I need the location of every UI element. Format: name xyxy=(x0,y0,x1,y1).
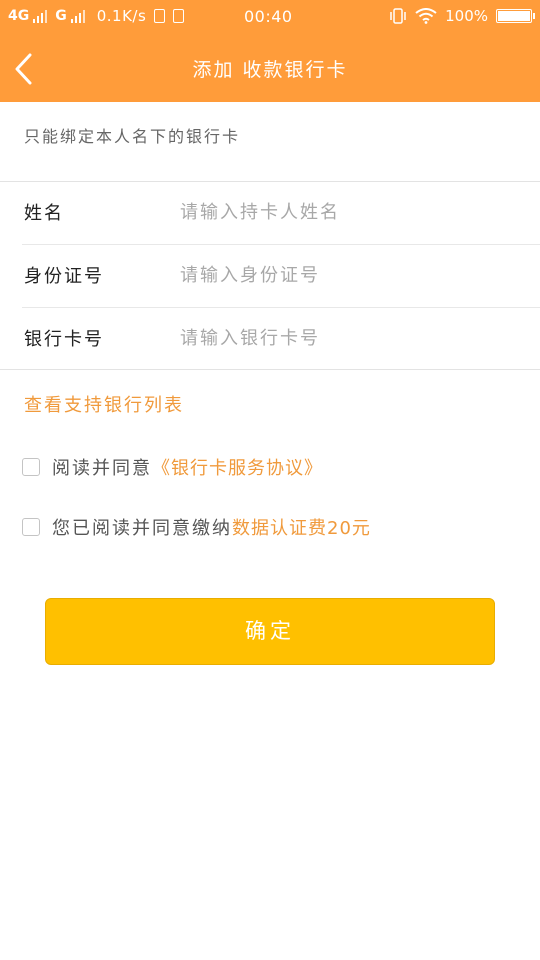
row-divider xyxy=(22,307,540,308)
network-speed: 0.1K/s xyxy=(96,7,147,25)
fee-agreement-text: 您已阅读并同意缴纳 xyxy=(52,518,232,539)
section-divider xyxy=(0,181,540,182)
battery-icon xyxy=(496,9,535,23)
name-input[interactable] xyxy=(180,195,510,229)
supported-banks-link[interactable]: 查看支持银行列表 xyxy=(24,391,184,417)
name-label: 姓名 xyxy=(24,203,64,224)
confirm-button[interactable]: 确定 xyxy=(45,598,495,665)
fee-agreement-link[interactable]: 数据认证费20元 xyxy=(232,514,371,540)
page-title: 添加 收款银行卡 xyxy=(192,59,348,81)
section-divider xyxy=(0,369,540,370)
app-screen: 4G G 0.1K/s 00:40 100% 添加 收款银行卡 只能绑定本人名下… xyxy=(0,0,540,960)
app-header: 添加 收款银行卡 xyxy=(0,36,540,102)
service-agreement-link[interactable]: 《银行卡服务协议》 xyxy=(152,454,323,480)
fee-agreement-checkbox[interactable] xyxy=(22,518,40,536)
bind-hint-text: 只能绑定本人名下的银行卡 xyxy=(24,127,241,146)
fee-agreement-row: 您已阅读并同意缴纳 数据认证费20元 xyxy=(22,514,371,540)
vibrate-icon xyxy=(390,8,406,24)
card-number-label: 银行卡号 xyxy=(24,329,104,350)
service-agreement-text: 阅读并同意 xyxy=(52,458,152,479)
network-type-1: 4G xyxy=(8,8,30,24)
status-left: 4G G 0.1K/s xyxy=(8,7,185,25)
wifi-icon xyxy=(415,8,437,24)
row-divider xyxy=(22,244,540,245)
id-number-input[interactable] xyxy=(180,258,510,292)
network-type-2: G xyxy=(55,8,67,24)
status-time: 00:40 xyxy=(244,7,293,26)
status-right: 100% xyxy=(389,7,535,25)
card-number-input[interactable] xyxy=(180,321,510,355)
notification-icon xyxy=(173,9,185,23)
signal-1-icon xyxy=(33,9,48,23)
id-number-label: 身份证号 xyxy=(24,266,104,287)
service-agreement-checkbox[interactable] xyxy=(22,458,40,476)
battery-percent: 100% xyxy=(445,7,488,25)
service-agreement-row: 阅读并同意 《银行卡服务协议》 xyxy=(22,454,323,480)
status-bar: 4G G 0.1K/s 00:40 100% xyxy=(0,0,540,36)
signal-2-icon xyxy=(70,9,85,23)
sim-icon xyxy=(154,9,166,23)
